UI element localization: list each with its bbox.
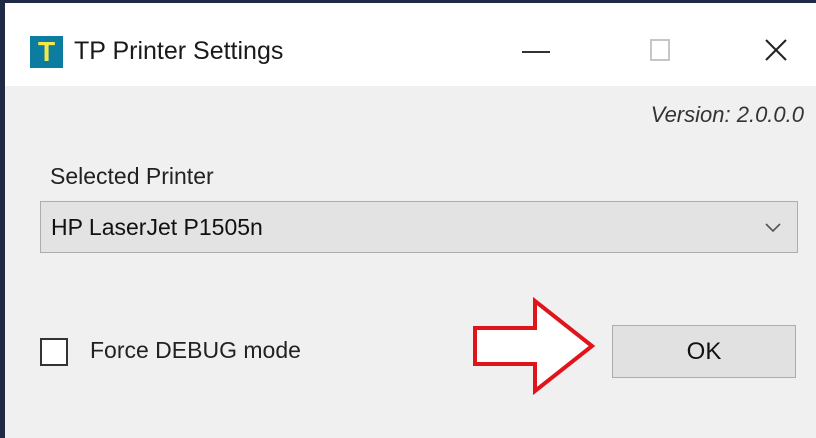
title-bar[interactable]: T TP Printer Settings bbox=[5, 3, 816, 86]
ok-button[interactable]: OK bbox=[612, 325, 796, 378]
maximize-button[interactable] bbox=[617, 24, 707, 80]
printer-select-value: HP LaserJet P1505n bbox=[51, 214, 263, 240]
close-button[interactable] bbox=[732, 24, 816, 80]
printer-select[interactable]: HP LaserJet P1505n bbox=[40, 201, 798, 253]
minimize-button[interactable] bbox=[490, 24, 580, 80]
window-title: TP Printer Settings bbox=[74, 37, 284, 65]
chevron-down-icon bbox=[765, 223, 781, 233]
printer-settings-window: T TP Printer Settings Version: 2.0.0.0 S… bbox=[0, 0, 816, 438]
maximize-icon bbox=[650, 39, 670, 61]
version-label: Version: 2.0.0.0 bbox=[650, 102, 804, 127]
minimize-icon bbox=[522, 51, 550, 53]
force-debug-label: Force DEBUG mode bbox=[90, 337, 301, 363]
red-arrow-icon bbox=[473, 296, 596, 396]
selected-printer-label: Selected Printer bbox=[50, 163, 214, 189]
force-debug-checkbox-row[interactable]: Force DEBUG mode bbox=[40, 334, 350, 370]
app-icon: T bbox=[30, 36, 63, 68]
force-debug-checkbox[interactable] bbox=[40, 338, 68, 366]
close-icon bbox=[765, 39, 787, 61]
